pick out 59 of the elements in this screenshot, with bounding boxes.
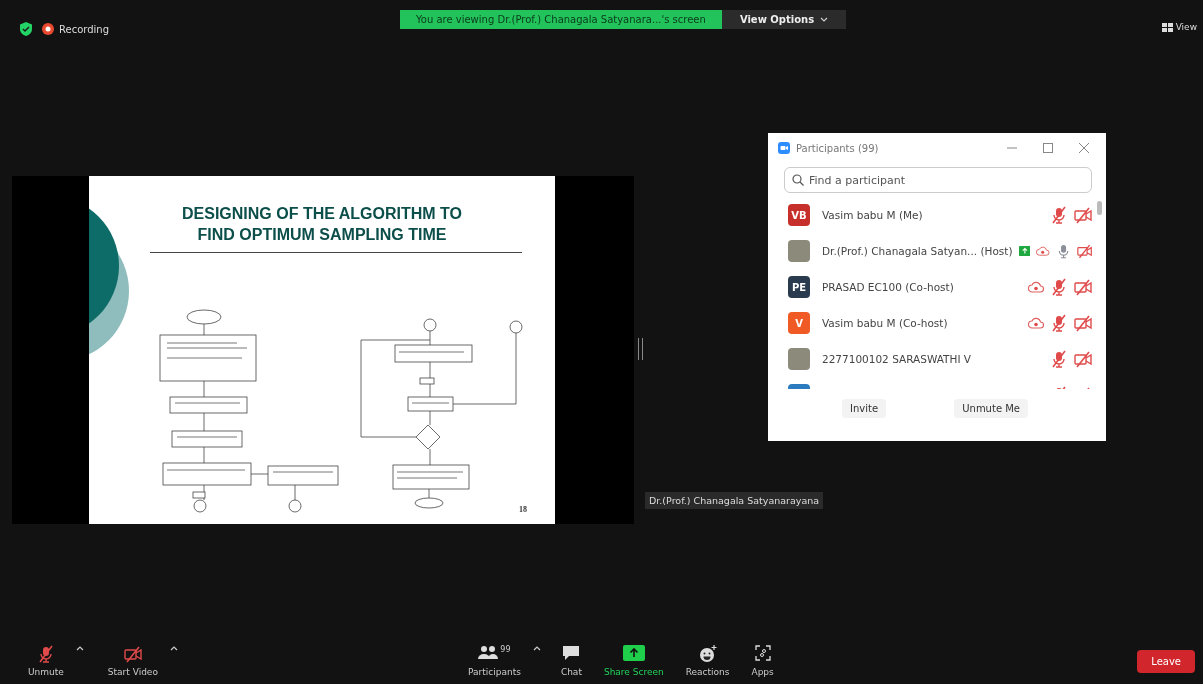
avatar-placeholder [788, 240, 810, 262]
scrollbar-thumb[interactable] [1097, 201, 1102, 215]
video-off-icon [1074, 314, 1092, 332]
avatar: V [788, 312, 810, 334]
panel-button[interactable]: Unmute Me [954, 399, 1028, 418]
app-logo-icon [778, 142, 790, 154]
panel-button[interactable]: Invite [842, 399, 887, 418]
caret-up-icon[interactable] [532, 645, 541, 651]
avatar: PE [788, 276, 810, 298]
grid-icon [1161, 22, 1173, 32]
toolbar-button[interactable]: 99 Participants [466, 645, 523, 677]
toolbar-button[interactable]: Apps [749, 645, 776, 677]
presenter-name-label: Dr.(Prof.) Chanagala Satyanarayana [645, 492, 824, 509]
viewing-banner: You are viewing Dr.(Prof.) Chanagala Satyanara...'s screen [400, 10, 722, 29]
participant-name: 2277100102 SARASWATHI V [822, 353, 972, 365]
participant-row[interactable]: Dr.(Prof.) Chanagala Satyan... (Host) [788, 233, 1092, 269]
leave-button[interactable]: Leave [1137, 649, 1195, 673]
window-title: Participants (99) [796, 142, 879, 154]
view-button[interactable]: View [1161, 0, 1203, 32]
mic-muted-icon [36, 645, 55, 663]
slide-number: 18 [519, 505, 527, 514]
close-icon[interactable] [1078, 142, 1090, 154]
participant-name: Vasim babu M (Co-host) [822, 317, 949, 329]
recording-label: Recording [59, 23, 109, 35]
caret-icon [820, 16, 829, 23]
participant-row[interactable]: VB Vasim babu M (Me) [788, 197, 1092, 233]
participant-row[interactable]: V Vasim babu M (Co-host) [788, 305, 1092, 341]
resize-handle[interactable] [638, 338, 643, 360]
maximize-icon[interactable] [1042, 142, 1054, 154]
toolbar-button[interactable]: Reactions [683, 645, 732, 677]
search-icon [792, 174, 804, 186]
participant-name: Dr.(Prof.) Chanagala Satyan... (Host) [822, 245, 1013, 257]
share-screen-icon [622, 645, 645, 661]
avatar-placeholder [788, 348, 810, 370]
shield-icon [20, 22, 32, 36]
recording-icon [42, 23, 54, 35]
apps-icon [754, 645, 771, 661]
toolbar-button[interactable]: Unmute [26, 645, 66, 677]
participant-row[interactable]: PE PRASAD EC100 (Co-host) [788, 269, 1092, 305]
view-options-button[interactable]: View Options [721, 10, 847, 29]
caret-up-icon[interactable] [169, 645, 178, 651]
avatar: VB [788, 204, 810, 226]
smiley-icon [698, 645, 717, 663]
toolbar-button[interactable]: Chat [558, 645, 584, 677]
people-icon [478, 645, 499, 661]
video-off-icon [1074, 278, 1092, 296]
share-screen-button[interactable]: Share Screen [601, 645, 666, 677]
participant-name: PRASAD EC100 (Co-host) [822, 281, 955, 293]
caret-up-icon[interactable] [75, 645, 84, 651]
chat-bubble-icon [562, 645, 581, 661]
toolbar-button[interactable]: Start Video [105, 645, 160, 677]
video-off-icon [1074, 350, 1092, 368]
search-field[interactable]: Find a participant [784, 167, 1092, 193]
slide-title: DESIGNING OF THE ALGORITHM TO FIND OPTIMUM SAMPLING TIME [182, 204, 462, 245]
video-off-icon [123, 645, 142, 663]
video-off-icon [1076, 242, 1092, 260]
participant-row[interactable]: 2277100102 SARASWATHI V [788, 341, 1092, 377]
participant-name: Vasim babu M (Me) [822, 209, 924, 221]
video-off-icon [1074, 206, 1092, 224]
